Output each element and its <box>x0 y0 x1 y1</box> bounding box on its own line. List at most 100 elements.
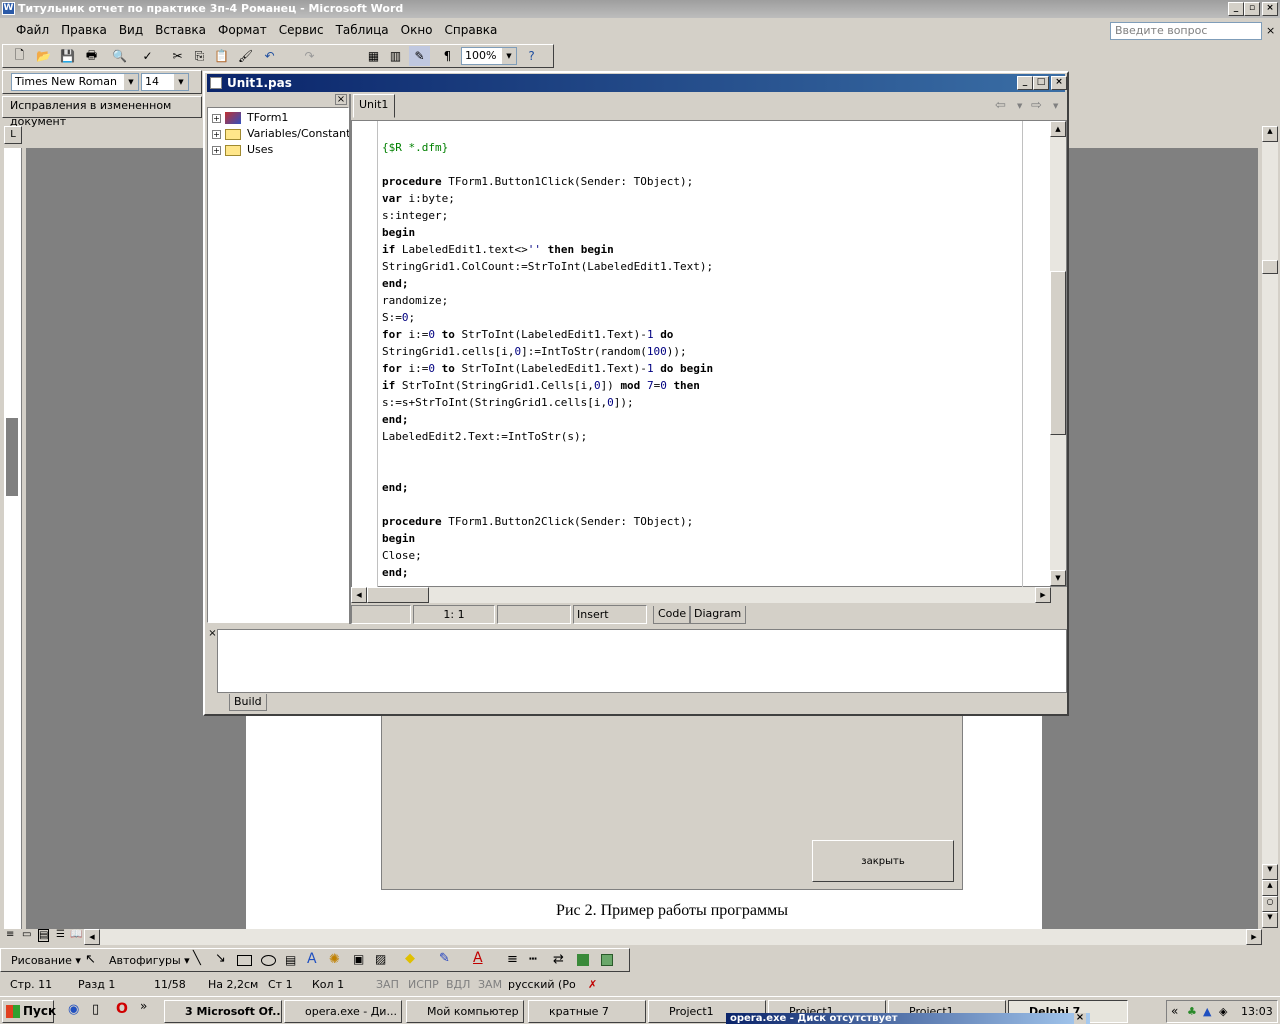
menu-insert[interactable]: Вставка <box>149 20 212 40</box>
format-painter-icon[interactable]: 🖌 <box>235 46 256 66</box>
save-icon[interactable]: 💾 <box>57 46 78 66</box>
preview-icon[interactable]: 🔍 <box>109 46 130 66</box>
copy-icon[interactable]: ⎘ <box>189 46 210 66</box>
code-line[interactable] <box>382 462 713 479</box>
tree-item-variables-constants[interactable]: + Variables/Constants <box>212 126 356 142</box>
scroll-down-icon[interactable]: ▼ <box>1262 864 1278 880</box>
wordart-icon[interactable]: A <box>307 951 317 967</box>
show-marks-icon[interactable]: ¶ <box>437 46 458 66</box>
clipart-icon[interactable]: ▣ <box>353 952 364 966</box>
dash-style-icon[interactable]: ┅ <box>529 952 537 967</box>
code-line[interactable]: procedure TForm1.Button1Click(Sender: TO… <box>382 173 713 190</box>
explorer-close-icon[interactable]: × <box>335 94 347 105</box>
code-line[interactable] <box>382 445 713 462</box>
font-name-select[interactable]: Times New Roman ▼ <box>11 73 139 91</box>
quicklaunch-opera-icon[interactable]: O <box>116 1001 128 1017</box>
menu-edit[interactable]: Правка <box>55 20 113 40</box>
code-line[interactable]: for i:=0 to StrToInt(LabeledEdit1.Text)-… <box>382 326 713 343</box>
code-line[interactable]: if StrToInt(StringGrid1.Cells[i,0]) mod … <box>382 377 713 394</box>
editor-gutter[interactable] <box>352 121 378 588</box>
editor-scroll-up-icon[interactable]: ▲ <box>1050 121 1066 137</box>
nav-forward-icon[interactable]: ⇨ <box>1031 98 1042 113</box>
menu-help[interactable]: Справка <box>439 20 504 40</box>
code-editor[interactable]: {$R *.dfm} procedure TForm1.Button1Click(… <box>351 120 1067 588</box>
word-minimize-button[interactable]: _ <box>1228 2 1244 16</box>
quicklaunch-desktop-icon[interactable]: ▯ <box>92 1002 99 1017</box>
drawing-menu-button[interactable]: Рисование ▾ <box>11 954 81 967</box>
menu-file[interactable]: Файл <box>10 20 55 40</box>
tree-item-tform1[interactable]: + TForm1 <box>212 110 288 126</box>
3d-icon[interactable] <box>601 954 613 966</box>
paste-icon[interactable]: 📋 <box>211 46 232 66</box>
nav-back-dropdown-icon[interactable]: ▼ <box>1017 102 1022 110</box>
editor-horizontal-scrollbar[interactable]: ◀ ▶ <box>351 587 1051 603</box>
code-line[interactable]: if LabeledEdit1.text<>'' then begin <box>382 241 713 258</box>
tray-volume-icon[interactable]: ◈ <box>1219 1001 1227 1022</box>
status-ovr[interactable]: ЗАМ <box>478 978 502 991</box>
editor-scroll-down-icon[interactable]: ▼ <box>1050 570 1066 586</box>
code-line[interactable]: s:integer; <box>382 207 713 224</box>
task-opera-error[interactable]: opera.exe - Ди... <box>284 1000 402 1023</box>
delphi-close-button[interactable]: × <box>1051 76 1067 90</box>
insert-table-icon[interactable]: ▦ <box>363 46 384 66</box>
menu-window[interactable]: Окно <box>395 20 439 40</box>
code-line[interactable] <box>382 156 713 173</box>
font-color-icon[interactable]: A <box>473 950 483 966</box>
select-objects-icon[interactable]: ↖ <box>85 952 96 967</box>
tab-unit1[interactable]: Unit1 <box>353 94 395 118</box>
editor-vertical-scrollbar[interactable]: ▲ ▼ <box>1050 121 1066 586</box>
tray-clock[interactable]: 13:03 <box>1241 1001 1273 1022</box>
diagram-icon[interactable]: ✺ <box>329 952 340 967</box>
autoshapes-menu-button[interactable]: Автофигуры ▾ <box>109 954 190 967</box>
font-size-dropdown-icon[interactable]: ▼ <box>174 74 188 90</box>
source-code[interactable]: {$R *.dfm} procedure TForm1.Button1Click(… <box>382 139 713 581</box>
code-line[interactable]: begin <box>382 530 713 547</box>
outline-view-icon[interactable]: ☰ <box>56 929 65 940</box>
scroll-up-icon[interactable]: ▲ <box>1262 126 1278 142</box>
code-line[interactable]: for i:=0 to StrToInt(LabeledEdit1.Text)-… <box>382 360 713 377</box>
normal-view-icon[interactable]: ≡ <box>6 929 14 940</box>
messages-pane[interactable] <box>217 629 1067 693</box>
tab-build[interactable]: Build <box>229 694 267 711</box>
oval-icon[interactable] <box>261 955 276 966</box>
line-icon[interactable]: ╲ <box>193 951 201 966</box>
print-icon[interactable]: 🖶 <box>81 46 102 66</box>
task-kratnye-folder[interactable]: кратные 7 <box>528 1000 646 1023</box>
nav-forward-dropdown-icon[interactable]: ▼ <box>1053 102 1058 110</box>
menu-view[interactable]: Вид <box>113 20 149 40</box>
code-line[interactable]: S:=0; <box>382 309 713 326</box>
fill-color-icon[interactable]: ◆ <box>405 951 415 966</box>
spelling-icon[interactable]: ✓ <box>137 46 158 66</box>
arrow-style-icon[interactable]: ⇄ <box>553 952 564 967</box>
line-style-icon[interactable]: ≡ <box>507 952 518 967</box>
rectangle-icon[interactable] <box>237 955 252 966</box>
notice-close-icon[interactable]: × <box>1074 1013 1086 1024</box>
quicklaunch-more-icon[interactable]: » <box>140 999 147 1013</box>
browse-object-icon[interactable]: ○ <box>1262 896 1278 912</box>
code-line[interactable]: {$R *.dfm} <box>382 139 713 156</box>
task-word[interactable]: 3 Microsoft Of... <box>164 1000 282 1023</box>
menu-tools[interactable]: Сервис <box>273 20 330 40</box>
scroll-right-icon[interactable]: ▶ <box>1246 929 1262 945</box>
menu-table[interactable]: Таблица <box>330 20 395 40</box>
tab-diagram[interactable]: Diagram <box>689 606 747 624</box>
undo-icon[interactable]: ↶ <box>259 46 280 66</box>
opera-error-notice[interactable]: opera.exe - Диск отсутствует × <box>726 1013 1090 1024</box>
scroll-left-icon[interactable]: ◀ <box>84 929 100 945</box>
editor-scroll-thumb[interactable] <box>1050 271 1066 435</box>
redo-icon[interactable]: ↷ <box>299 46 320 66</box>
expand-icon[interactable]: + <box>212 129 221 139</box>
word-close-button[interactable]: × <box>1262 2 1278 16</box>
code-line[interactable]: end; <box>382 564 713 581</box>
menu-close-icon[interactable]: × <box>1266 24 1275 37</box>
print-view-icon[interactable]: ▤ <box>38 929 50 942</box>
zoom-select[interactable]: 100% ▼ <box>461 47 517 65</box>
expand-icon[interactable]: + <box>212 113 221 123</box>
status-ext[interactable]: ВДЛ <box>446 978 470 991</box>
font-size-select[interactable]: 14 ▼ <box>141 73 189 91</box>
code-line[interactable]: StringGrid1.cells[i,0]:=IntToStr(random(… <box>382 343 713 360</box>
revisions-display-select[interactable]: Исправления в измененном документ <box>7 98 203 128</box>
code-line[interactable]: LabeledEdit2.Text:=IntToStr(s); <box>382 428 713 445</box>
delphi-minimize-button[interactable]: _ <box>1017 76 1033 90</box>
quicklaunch-ie-icon[interactable]: ◉ <box>68 1002 79 1017</box>
